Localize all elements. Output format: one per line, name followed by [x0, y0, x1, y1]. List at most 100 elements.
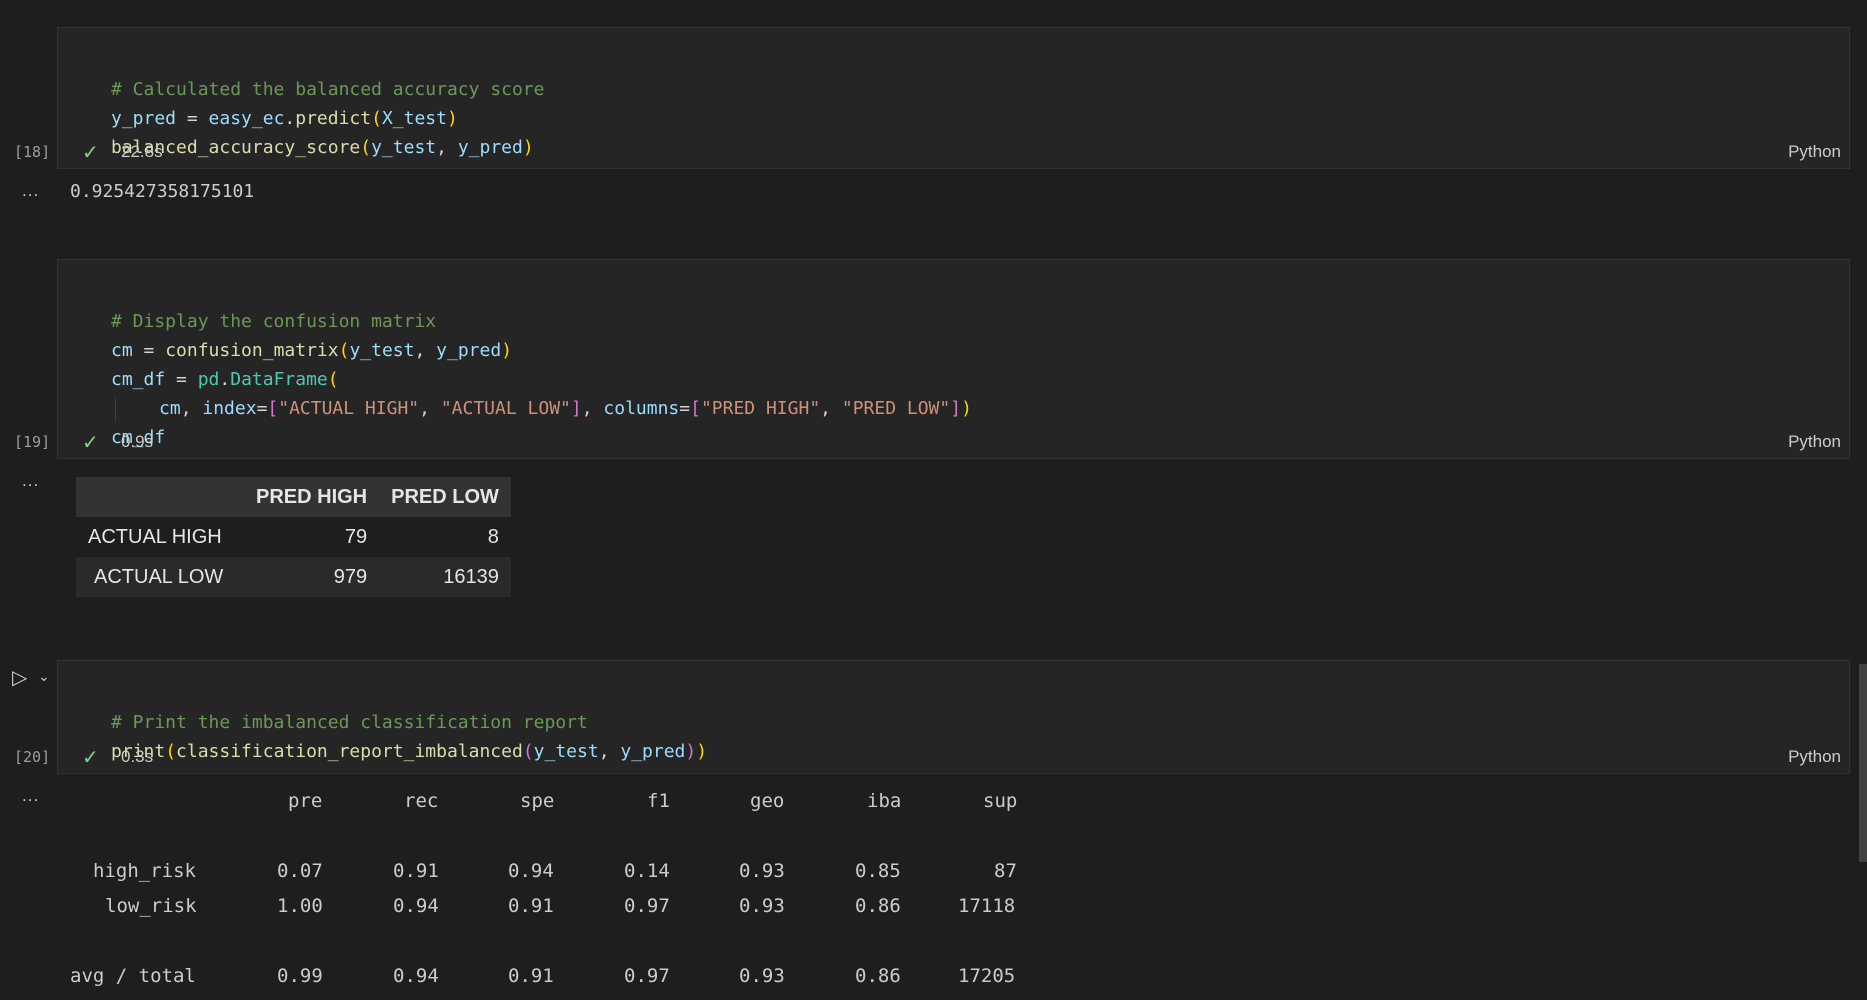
- code-editor[interactable]: # Calculated the balanced accuracy score…: [111, 46, 544, 162]
- code-token: ): [696, 741, 708, 762]
- row-index: ACTUAL HIGH: [88, 525, 222, 548]
- report-header: sup: [983, 790, 1018, 812]
- code-token: index: [202, 398, 257, 419]
- table-row: ACTUAL HIGH 79 8: [76, 517, 511, 557]
- code-token: ,: [436, 137, 458, 158]
- code-token: y_test: [349, 340, 415, 361]
- code-cell-19[interactable]: # Display the confusion matrix cm = conf…: [57, 259, 1850, 459]
- code-token: ,: [598, 741, 621, 762]
- code-token: confusion_matrix: [165, 340, 339, 361]
- code-token: y_pred: [457, 137, 523, 158]
- dataframe-output: PRED HIGH PRED LOW ACTUAL HIGH 79 8 ACTU…: [76, 477, 511, 597]
- output-menu-icon[interactable]: ...: [22, 786, 39, 806]
- report-label: low_risk: [105, 895, 197, 917]
- code-token: (: [165, 741, 177, 762]
- code-token: ,: [180, 398, 203, 419]
- code-token: =: [132, 340, 166, 361]
- code-token: predict: [295, 108, 372, 129]
- report-value: 17205: [958, 965, 1016, 987]
- code-token: (: [371, 108, 382, 129]
- code-token: ): [446, 108, 458, 129]
- table-cell: 79: [344, 525, 368, 548]
- table-header-cell: PRED HIGH: [256, 485, 368, 508]
- code-token: (: [522, 741, 534, 762]
- table-header-row: PRED HIGH PRED LOW: [76, 477, 511, 517]
- code-token: =: [256, 398, 268, 419]
- check-icon: ✓: [82, 747, 99, 769]
- execution-time: 0.9s: [121, 432, 154, 451]
- vertical-scrollbar[interactable]: [1859, 664, 1867, 862]
- code-token: cm_df: [111, 369, 166, 390]
- report-header: spe: [520, 790, 555, 812]
- report-label: high_risk: [93, 860, 196, 882]
- code-token: y_test: [371, 137, 437, 158]
- code-token: easy_ec: [208, 108, 285, 129]
- code-token: y_pred: [620, 741, 686, 762]
- code-token: y_test: [533, 741, 599, 762]
- report-value: 0.97: [624, 965, 670, 987]
- report-value: 0.85: [855, 860, 901, 882]
- code-token: ]: [570, 398, 582, 419]
- indent-guide: [115, 397, 116, 421]
- code-token: ): [685, 741, 697, 762]
- code-token: ): [522, 137, 534, 158]
- report-value: 0.93: [739, 965, 785, 987]
- code-editor[interactable]: # Print the imbalanced classification re…: [111, 679, 707, 766]
- table-row: ACTUAL LOW 979 16139: [76, 557, 511, 597]
- report-value: 0.94: [508, 860, 554, 882]
- report-value: 0.97: [624, 895, 670, 917]
- code-token: "PRED HIGH": [700, 398, 821, 419]
- output-menu-icon[interactable]: ...: [22, 181, 39, 201]
- code-comment: # Calculated the balanced accuracy score: [111, 79, 545, 100]
- report-value: 0.07: [277, 860, 323, 882]
- code-token: cm: [111, 340, 133, 361]
- chevron-down-icon[interactable]: ⌄: [38, 668, 50, 685]
- code-token: X_test: [381, 108, 447, 129]
- code-cell-20[interactable]: # Print the imbalanced classification re…: [57, 660, 1850, 774]
- output-menu-icon[interactable]: ...: [22, 471, 39, 491]
- report-value: 0.86: [855, 895, 901, 917]
- code-token: ,: [581, 398, 604, 419]
- report-value: 0.91: [508, 965, 554, 987]
- report-value: 17118: [958, 895, 1016, 917]
- report-value: 1.00: [277, 895, 323, 917]
- check-icon: ✓: [82, 142, 99, 164]
- execution-count: [18]: [14, 143, 51, 161]
- table-cell: 979: [333, 565, 368, 588]
- code-editor[interactable]: # Display the confusion matrix cm = conf…: [111, 278, 972, 452]
- report-value: 0.91: [508, 895, 554, 917]
- code-token: "ACTUAL LOW": [440, 398, 571, 419]
- table-header-cell: PRED LOW: [391, 485, 499, 508]
- report-label: avg / total: [70, 965, 196, 987]
- code-token: (: [338, 340, 350, 361]
- code-token: "PRED LOW": [841, 398, 951, 419]
- execution-time: 0.3s: [121, 747, 154, 766]
- code-token: (: [327, 369, 339, 390]
- language-label[interactable]: Python: [1788, 747, 1841, 767]
- report-value: 0.99: [277, 965, 323, 987]
- code-token: y_pred: [436, 340, 502, 361]
- language-label[interactable]: Python: [1788, 142, 1841, 162]
- code-token: y_pred: [111, 108, 177, 129]
- code-token: ,: [414, 340, 437, 361]
- report-header: rec: [404, 790, 439, 812]
- code-cell-18[interactable]: # Calculated the balanced accuracy score…: [57, 27, 1850, 169]
- table-header-cell: [76, 477, 244, 517]
- report-value: 0.86: [855, 965, 901, 987]
- execution-count: [20]: [14, 748, 51, 766]
- execution-time: 22.8s: [121, 142, 163, 161]
- code-token: cm: [159, 398, 181, 419]
- report-value: 87: [994, 860, 1017, 882]
- table-cell: 16139: [443, 565, 499, 588]
- language-label[interactable]: Python: [1788, 432, 1841, 452]
- check-icon: ✓: [82, 432, 99, 454]
- code-token: =: [165, 369, 198, 390]
- code-token: ): [501, 340, 513, 361]
- code-token: .: [284, 108, 296, 129]
- code-comment: # Display the confusion matrix: [111, 311, 437, 332]
- report-header: pre: [288, 790, 323, 812]
- code-token: DataFrame: [230, 369, 328, 390]
- code-token: classification_report_imbalanced: [176, 741, 523, 762]
- code-token: (: [360, 137, 372, 158]
- run-cell-icon[interactable]: ▷: [12, 665, 27, 690]
